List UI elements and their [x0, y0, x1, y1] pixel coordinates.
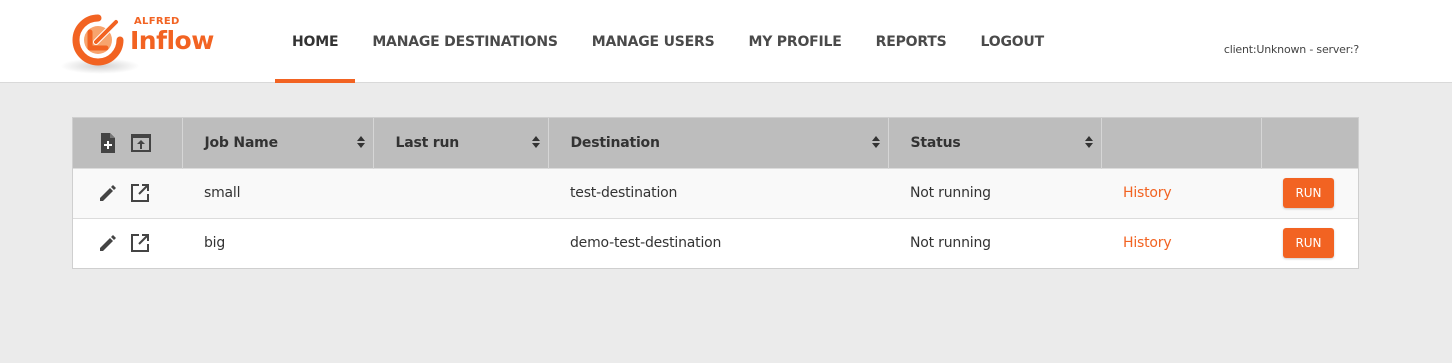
cell-destination: demo-test-destination — [570, 235, 722, 252]
cell-destination: test-destination — [570, 185, 678, 201]
cell-run: RUN — [1261, 218, 1358, 268]
header-last-run-label: Last run — [395, 134, 460, 151]
edit-pencil-icon[interactable] — [97, 232, 119, 254]
cell-status: Not running — [910, 235, 991, 252]
nav-reports[interactable]: REPORTS — [859, 0, 964, 83]
logo-big-text: Inflow — [130, 26, 214, 55]
header-last-run[interactable]: Last run — [373, 118, 549, 168]
cell-job-name: big — [204, 235, 226, 252]
header-status[interactable]: Status — [888, 118, 1102, 168]
run-button[interactable]: RUN — [1283, 178, 1334, 208]
header-status-label: Status — [910, 134, 961, 151]
open-external-icon[interactable] — [129, 182, 151, 204]
edit-pencil-icon[interactable] — [97, 182, 119, 204]
nav-manage-destinations[interactable]: MANAGE DESTINATIONS — [355, 0, 574, 83]
header-actions-cell — [73, 118, 183, 168]
cell-job-name: small — [204, 185, 241, 201]
cell-history: History — [1101, 168, 1261, 218]
logo-arrow-icon — [72, 14, 124, 66]
run-button[interactable]: RUN — [1283, 228, 1334, 259]
sort-icon[interactable] — [1084, 136, 1093, 148]
table-header-row: Job Name Last run Destination Status — [73, 118, 1358, 168]
row-actions-cell — [73, 168, 182, 218]
cell-last-run — [373, 218, 548, 268]
cell-history: History — [1101, 218, 1261, 268]
header-destination[interactable]: Destination — [548, 118, 889, 168]
header-history — [1101, 118, 1262, 168]
cell-run: RUN — [1261, 168, 1358, 218]
open-external-icon[interactable] — [129, 232, 151, 254]
nav-my-profile[interactable]: MY PROFILE — [731, 0, 858, 83]
nav-home[interactable]: HOME — [275, 0, 356, 83]
history-link[interactable]: History — [1123, 235, 1172, 251]
row-actions-cell — [73, 218, 182, 268]
header-job-name[interactable]: Job Name — [182, 118, 374, 168]
header-run — [1261, 118, 1358, 168]
sort-icon[interactable] — [871, 136, 880, 148]
jobs-table-container: Job Name Last run Destination Status sma… — [72, 117, 1359, 269]
header-destination-label: Destination — [570, 134, 660, 151]
alfred-inflow-logo[interactable]: ALFRED Inflow — [60, 8, 220, 78]
cell-status: Not running — [910, 185, 991, 201]
nav-manage-users[interactable]: MANAGE USERS — [575, 0, 732, 83]
main-nav: HOME MANAGE DESTINATIONS MANAGE USERS MY… — [275, 0, 1061, 83]
server-info: client:Unknown - server:? — [1223, 43, 1359, 56]
table-row: small test-destination Not running Histo… — [73, 168, 1358, 218]
top-header: ALFRED Inflow HOME MANAGE DESTINATIONS M… — [0, 0, 1452, 83]
sort-icon[interactable] — [356, 136, 365, 148]
jobs-table: Job Name Last run Destination Status sma… — [73, 118, 1358, 268]
upload-icon[interactable] — [130, 132, 152, 154]
history-link[interactable]: History — [1123, 185, 1172, 201]
nav-logout[interactable]: LOGOUT — [964, 0, 1061, 83]
header-job-name-label: Job Name — [204, 134, 279, 151]
new-file-icon[interactable] — [97, 132, 119, 154]
cell-last-run — [373, 168, 548, 218]
sort-icon[interactable] — [531, 136, 540, 148]
table-row: big demo-test-destination Not running Hi… — [73, 218, 1358, 268]
